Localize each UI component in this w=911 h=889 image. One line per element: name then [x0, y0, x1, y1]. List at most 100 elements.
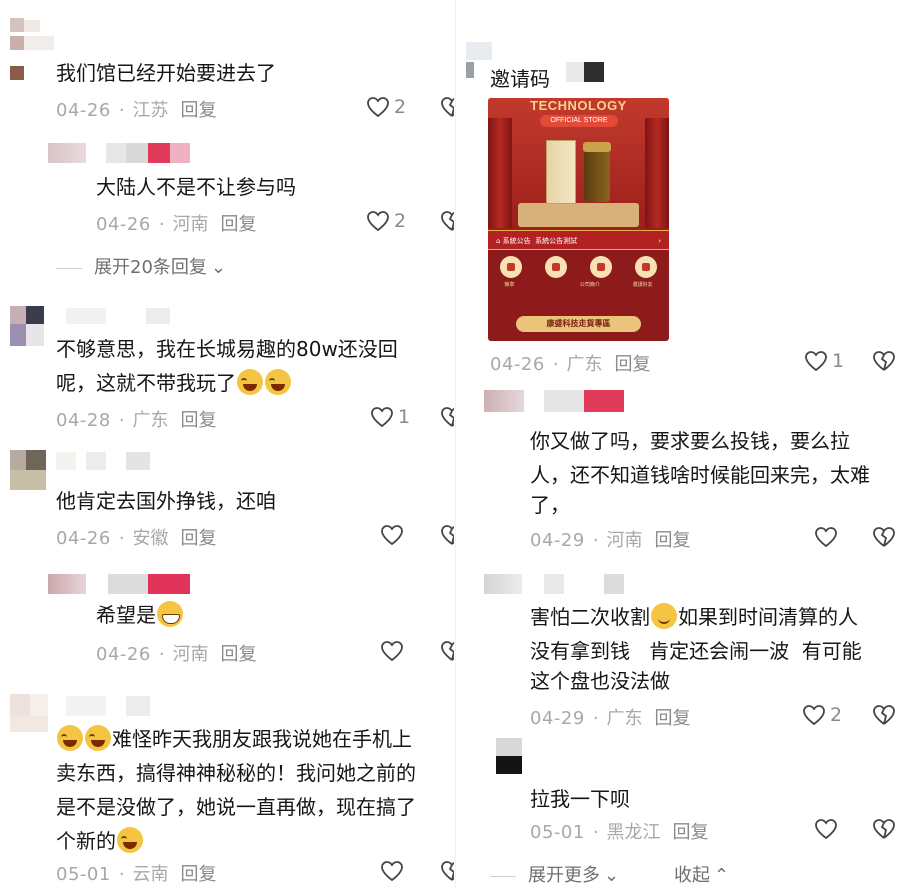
comment-text: 人，还不知道钱啥时候能回来完，太难 [530, 463, 870, 487]
like-button[interactable] [814, 818, 838, 840]
promo-button: 康盛科技走貨專區 [516, 316, 641, 332]
laugh-cry-emoji-icon [117, 827, 143, 853]
reply-button[interactable]: 回复 [615, 354, 651, 375]
username-placeholder [56, 452, 150, 470]
avatar[interactable] [490, 738, 526, 778]
broken-heart-icon [873, 351, 895, 371]
comment-text: 呢，这就不带我玩了 [56, 366, 292, 400]
comment-meta: 04-29 · 河南 回复 [530, 530, 691, 551]
like-button[interactable] [380, 524, 404, 546]
promo-store-badge: OFFICIAL STORE [540, 115, 618, 127]
comment-meta: 04-26 · 广东 回复 [490, 354, 651, 375]
reply-button[interactable]: 回复 [181, 864, 217, 885]
avatar[interactable] [10, 694, 50, 738]
dislike-button[interactable] [440, 210, 454, 234]
like-button[interactable]: 1 [804, 350, 844, 372]
reply-button[interactable]: 回复 [181, 410, 217, 431]
like-button[interactable] [814, 526, 838, 548]
comment-text: 他肯定去国外挣钱，还咱 [56, 489, 276, 513]
comment-date: 04-26 [56, 100, 111, 121]
grin-emoji-icon [157, 601, 183, 627]
broken-heart-icon [441, 525, 454, 545]
comment-meta: 04-26 · 安徽 回复 [56, 528, 217, 549]
promo-icon [499, 256, 522, 278]
dislike-button[interactable] [440, 96, 454, 120]
promo-image[interactable]: TECHNOLOGY OFFICIAL STORE ⌂ 系統公告 系統公告測試 ›… [488, 98, 669, 341]
username-placeholder [66, 696, 150, 716]
comment-text: 我们馆已经开始要进去了 [56, 61, 276, 85]
broken-heart-icon [441, 861, 454, 881]
column-divider [455, 0, 456, 889]
product-box [546, 140, 576, 204]
reply-button[interactable]: 回复 [655, 530, 691, 551]
broken-heart-icon [873, 705, 895, 725]
dislike-button[interactable] [872, 704, 898, 728]
comment-text: 难怪昨天我朋友跟我说她在手机上 [56, 722, 412, 756]
comment-meta: 04-26 · 河南 回复 [96, 214, 257, 235]
redacted-code [566, 62, 604, 82]
promo-brand: TECHNOLOGY [530, 98, 627, 113]
heart-icon [805, 351, 827, 372]
reply-button[interactable]: 回复 [655, 708, 691, 729]
heart-icon [381, 641, 403, 662]
laugh-cry-emoji-icon [237, 369, 263, 395]
avatar[interactable] [484, 390, 626, 412]
comment-meta: 04-29 · 广东 回复 [530, 708, 691, 729]
comment-meta: 05-01 · 黑龙江 回复 [530, 822, 709, 843]
comment-text: 大陆人不是不让参与吗 [96, 175, 296, 199]
like-button[interactable]: 2 [366, 210, 406, 232]
like-button[interactable] [380, 640, 404, 662]
comment-location: 河南 [172, 214, 209, 235]
like-button[interactable]: 2 [366, 96, 406, 118]
avatar[interactable] [10, 18, 56, 80]
comment-date: 04-26 [96, 644, 151, 665]
heart-icon [371, 407, 393, 428]
avatar[interactable] [484, 574, 626, 594]
comment-meta: 04-26 · 江苏 回复 [56, 100, 217, 121]
dislike-button[interactable] [872, 526, 898, 550]
comment-location: 广东 [132, 410, 169, 431]
reply-button[interactable]: 回复 [221, 214, 257, 235]
expand-more-button[interactable]: 展开更多 ⌄ [490, 861, 619, 887]
comment-text: 没有拿到钱 肯定还会闹一波 有可能 [530, 639, 862, 663]
avatar[interactable] [10, 450, 50, 496]
reply-button[interactable]: 回复 [181, 528, 217, 549]
reply-button[interactable]: 回复 [673, 822, 709, 843]
reply-button[interactable]: 回复 [181, 100, 217, 121]
avatar[interactable] [10, 306, 46, 350]
comment-date: 04-28 [56, 410, 111, 431]
like-button[interactable]: 1 [370, 406, 410, 428]
dislike-button[interactable] [872, 818, 898, 842]
comment-date: 04-26 [490, 354, 545, 375]
like-button[interactable] [380, 860, 404, 882]
avatar[interactable] [48, 574, 210, 594]
broken-heart-icon [873, 527, 895, 547]
comment-location: 广东 [606, 708, 643, 729]
dislike-button[interactable] [440, 524, 454, 548]
chevron-up-icon: ⌃ [714, 865, 730, 886]
like-count: 2 [394, 96, 407, 118]
comment-location: 安徽 [132, 528, 169, 549]
like-count: 2 [830, 704, 843, 726]
expand-replies-button[interactable]: 展开20条回复 ⌄ [56, 253, 226, 279]
comment-text: 邀请码 [490, 67, 550, 91]
avatar[interactable] [48, 143, 190, 163]
comment-text: 害怕二次收割 如果到时间清算的人 [530, 603, 858, 629]
reply-button[interactable]: 回复 [221, 644, 257, 665]
comment-date: 04-26 [56, 528, 111, 549]
dislike-button[interactable] [440, 640, 454, 664]
comment-meta: 04-28 · 广东 回复 [56, 410, 217, 431]
comment-date: 04-26 [96, 214, 151, 235]
dislike-button[interactable] [440, 860, 454, 884]
comment-location: 广东 [566, 354, 603, 375]
dislike-button[interactable] [440, 406, 454, 430]
comment-text: 希望是 [96, 598, 184, 632]
dislike-button[interactable] [872, 350, 898, 374]
collapse-button[interactable]: 收起 ⌃ [674, 861, 729, 887]
broken-heart-icon [441, 211, 454, 231]
like-button[interactable]: 2 [802, 704, 842, 726]
smile-emoji-icon [651, 603, 677, 629]
promo-icon [544, 256, 567, 278]
comment-date: 05-01 [56, 864, 111, 885]
comment-date: 05-01 [530, 822, 585, 843]
